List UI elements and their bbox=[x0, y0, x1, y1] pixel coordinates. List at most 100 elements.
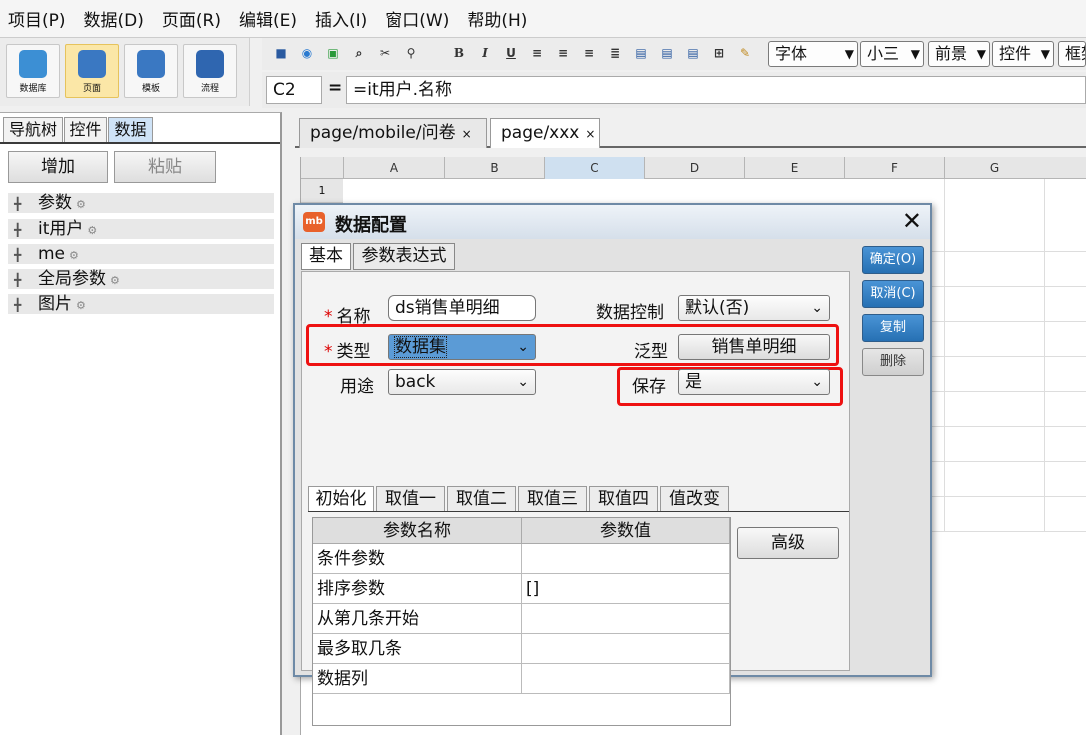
column-header-c[interactable]: C bbox=[544, 157, 644, 179]
valign-top-icon[interactable]: ▤ bbox=[632, 44, 650, 62]
row-header-1[interactable]: 1 bbox=[301, 179, 343, 203]
close-icon[interactable]: × bbox=[462, 127, 472, 141]
menu-insert[interactable]: 插入(I) bbox=[315, 6, 367, 31]
dialog-title-bar[interactable]: mb 数据配置 ✕ bbox=[295, 205, 930, 239]
expand-icon[interactable]: ╋ bbox=[14, 270, 21, 290]
formula-input[interactable]: =it用户.名称 bbox=[346, 76, 1086, 104]
gear-icon[interactable]: ⚙ bbox=[110, 274, 120, 287]
param-value-cell[interactable] bbox=[522, 544, 730, 574]
tab-get-value-4[interactable]: 取值四 bbox=[589, 486, 658, 512]
param-value-cell[interactable] bbox=[522, 634, 730, 664]
gear-icon[interactable]: ⚙ bbox=[76, 198, 86, 211]
cancel-button[interactable]: 取消(C) bbox=[862, 280, 924, 308]
gear-icon[interactable]: ⚙ bbox=[69, 249, 79, 262]
generic-type-button[interactable]: 销售单明细 bbox=[678, 334, 830, 360]
cut-icon[interactable]: ✂ bbox=[376, 44, 394, 62]
search-icon[interactable]: ⌕ bbox=[350, 44, 368, 62]
paste-button[interactable]: 粘贴 bbox=[114, 151, 216, 183]
name-field[interactable]: ds销售单明细 bbox=[388, 295, 536, 321]
data-control-select[interactable]: 默认(否) ⌄ bbox=[678, 295, 830, 321]
expand-icon[interactable]: ╋ bbox=[14, 220, 21, 240]
grid-line bbox=[931, 251, 1086, 252]
refresh-icon[interactable]: ▣ bbox=[324, 44, 342, 62]
tab-data[interactable]: 数据 bbox=[108, 117, 153, 143]
foreground-select[interactable]: 前景 ▼ bbox=[928, 41, 990, 67]
valign-middle-icon[interactable]: ▤ bbox=[658, 44, 676, 62]
control-select[interactable]: 控件 ▼ bbox=[992, 41, 1054, 67]
expand-icon[interactable]: ╋ bbox=[14, 194, 21, 214]
find-icon[interactable]: ⚲ bbox=[402, 44, 420, 62]
gear-icon[interactable]: ⚙ bbox=[87, 224, 97, 237]
cell-reference-field[interactable]: C2 bbox=[266, 76, 322, 104]
database-button[interactable]: 数据库 bbox=[6, 44, 60, 98]
menu-page[interactable]: 页面(R) bbox=[162, 6, 221, 31]
save-icon[interactable]: ■ bbox=[272, 44, 290, 62]
format-painter-icon[interactable]: ✎ bbox=[736, 44, 754, 62]
advanced-button[interactable]: 高级 bbox=[737, 527, 839, 559]
gear-icon[interactable]: ⚙ bbox=[76, 299, 86, 312]
underline-icon[interactable]: U bbox=[502, 44, 520, 62]
column-header-f[interactable]: F bbox=[844, 157, 944, 179]
ok-button[interactable]: 确定(O) bbox=[862, 246, 924, 274]
frame-select[interactable]: 框架 bbox=[1058, 41, 1086, 67]
expand-icon[interactable]: ╋ bbox=[14, 245, 21, 265]
grid-line bbox=[944, 179, 945, 531]
column-header-d[interactable]: D bbox=[644, 157, 744, 179]
param-value-cell[interactable] bbox=[522, 664, 730, 694]
tree-item-params[interactable]: ╋ 参数 ⚙ bbox=[8, 193, 274, 213]
preview-icon[interactable]: ◉ bbox=[298, 44, 316, 62]
grid-line bbox=[931, 426, 1086, 427]
tab-controls[interactable]: 控件 bbox=[64, 117, 107, 143]
param-value-cell[interactable] bbox=[522, 604, 730, 634]
bold-icon[interactable]: B bbox=[450, 44, 468, 62]
tree-item-it-user[interactable]: ╋ it用户 ⚙ bbox=[8, 219, 274, 239]
close-icon[interactable]: ✕ bbox=[902, 207, 922, 235]
italic-icon[interactable]: I bbox=[476, 44, 494, 62]
merge-cells-icon[interactable]: ⊞ bbox=[710, 44, 728, 62]
column-header-b[interactable]: B bbox=[444, 157, 544, 179]
tab-basic[interactable]: 基本 bbox=[301, 243, 351, 270]
column-header-param-value: 参数值 bbox=[522, 518, 730, 544]
font-size-select[interactable]: 小三 ▼ bbox=[860, 41, 924, 67]
tab-get-value-2[interactable]: 取值二 bbox=[447, 486, 516, 512]
save-select[interactable]: 是 ⌄ bbox=[678, 369, 830, 395]
close-icon[interactable]: × bbox=[585, 127, 595, 141]
align-center-icon[interactable]: ≡ bbox=[554, 44, 572, 62]
tab-nav-tree[interactable]: 导航树 bbox=[3, 117, 63, 143]
add-button[interactable]: 增加 bbox=[8, 151, 108, 183]
page-button[interactable]: 页面 bbox=[65, 44, 119, 98]
justify-icon[interactable]: ≣ bbox=[606, 44, 624, 62]
menu-window[interactable]: 窗口(W) bbox=[385, 6, 449, 31]
menu-edit[interactable]: 编辑(E) bbox=[239, 6, 297, 31]
delete-button[interactable]: 删除 bbox=[862, 348, 924, 376]
tab-init[interactable]: 初始化 bbox=[308, 486, 374, 512]
font-family-select[interactable]: 字体 ▼ bbox=[768, 41, 858, 67]
tab-param-expression[interactable]: 参数表达式 bbox=[353, 243, 455, 270]
column-header-a[interactable]: A bbox=[343, 157, 444, 179]
expand-icon[interactable]: ╋ bbox=[14, 295, 21, 315]
column-header-g[interactable]: G bbox=[944, 157, 1044, 179]
template-button[interactable]: 模板 bbox=[124, 44, 178, 98]
tab-page-xxx[interactable]: page/xxx × bbox=[490, 118, 600, 148]
tab-get-value-1[interactable]: 取值一 bbox=[376, 486, 445, 512]
menu-help[interactable]: 帮助(H) bbox=[467, 6, 527, 31]
menu-data[interactable]: 数据(D) bbox=[84, 6, 144, 31]
usage-select[interactable]: back ⌄ bbox=[388, 369, 536, 395]
chevron-down-icon: ▼ bbox=[910, 47, 920, 61]
menu-project[interactable]: 项目(P) bbox=[8, 6, 66, 31]
valign-bottom-icon[interactable]: ▤ bbox=[684, 44, 702, 62]
chevron-down-icon: ⌄ bbox=[517, 339, 529, 355]
tree-item-me[interactable]: ╋ me ⚙ bbox=[8, 244, 274, 264]
align-left-icon[interactable]: ≡ bbox=[528, 44, 546, 62]
tree-item-global-params[interactable]: ╋ 全局参数 ⚙ bbox=[8, 269, 274, 289]
tab-page-mobile-questionnaire[interactable]: page/mobile/问卷 × bbox=[299, 118, 487, 148]
tab-get-value-3[interactable]: 取值三 bbox=[518, 486, 587, 512]
param-value-cell[interactable]: [] bbox=[522, 574, 730, 604]
copy-button[interactable]: 复制 bbox=[862, 314, 924, 342]
tab-value-change[interactable]: 值改变 bbox=[660, 486, 729, 512]
flow-button[interactable]: 流程 bbox=[183, 44, 237, 98]
column-header-e[interactable]: E bbox=[744, 157, 844, 179]
type-select[interactable]: 数据集 ⌄ bbox=[388, 334, 536, 360]
align-right-icon[interactable]: ≡ bbox=[580, 44, 598, 62]
tree-item-images[interactable]: ╋ 图片 ⚙ bbox=[8, 294, 274, 314]
